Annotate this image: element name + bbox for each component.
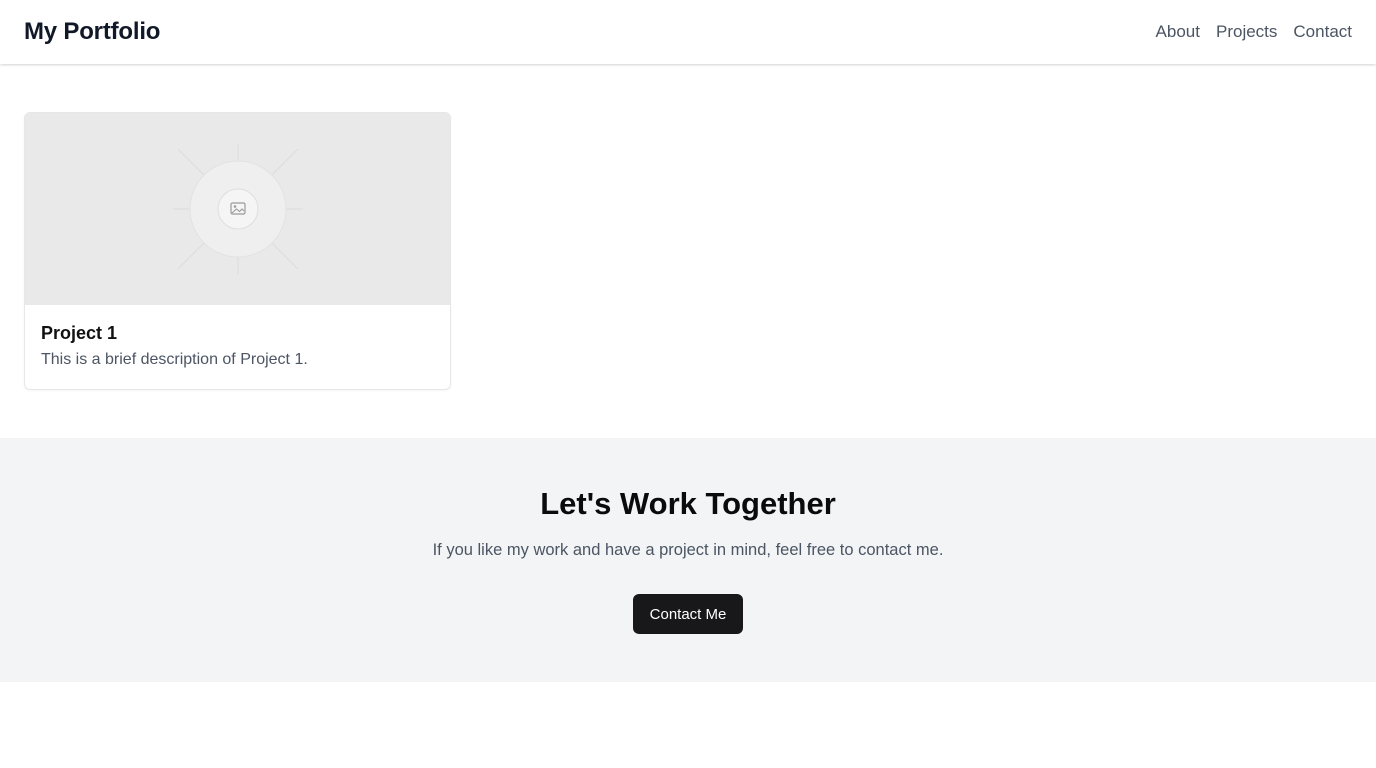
cta-heading: Let's Work Together — [540, 486, 836, 521]
nav-about-link[interactable]: About — [1156, 22, 1200, 42]
contact-me-button[interactable]: Contact Me — [633, 594, 743, 634]
project-title: Project 1 — [41, 323, 118, 343]
projects-section: Project 1 This is a brief description of… — [24, 112, 451, 390]
main-nav: About Projects Contact — [1156, 22, 1352, 42]
nav-contact-link[interactable]: Contact — [1293, 22, 1352, 42]
cta-text: If you like my work and have a project i… — [432, 541, 944, 559]
brand-logo[interactable]: My Portfolio — [24, 18, 160, 46]
contact-cta-section: Let's Work Together If you like my work … — [0, 438, 1376, 682]
nav-projects-link[interactable]: Projects — [1216, 22, 1277, 42]
image-placeholder-icon — [172, 144, 303, 274]
project-card-body: Project 1 This is a brief description of… — [25, 305, 450, 369]
project-description: This is a brief description of Project 1… — [41, 351, 308, 368]
project-image-placeholder — [25, 113, 450, 305]
project-card[interactable]: Project 1 This is a brief description of… — [24, 112, 451, 390]
site-header: My Portfolio About Projects Contact — [0, 0, 1376, 64]
